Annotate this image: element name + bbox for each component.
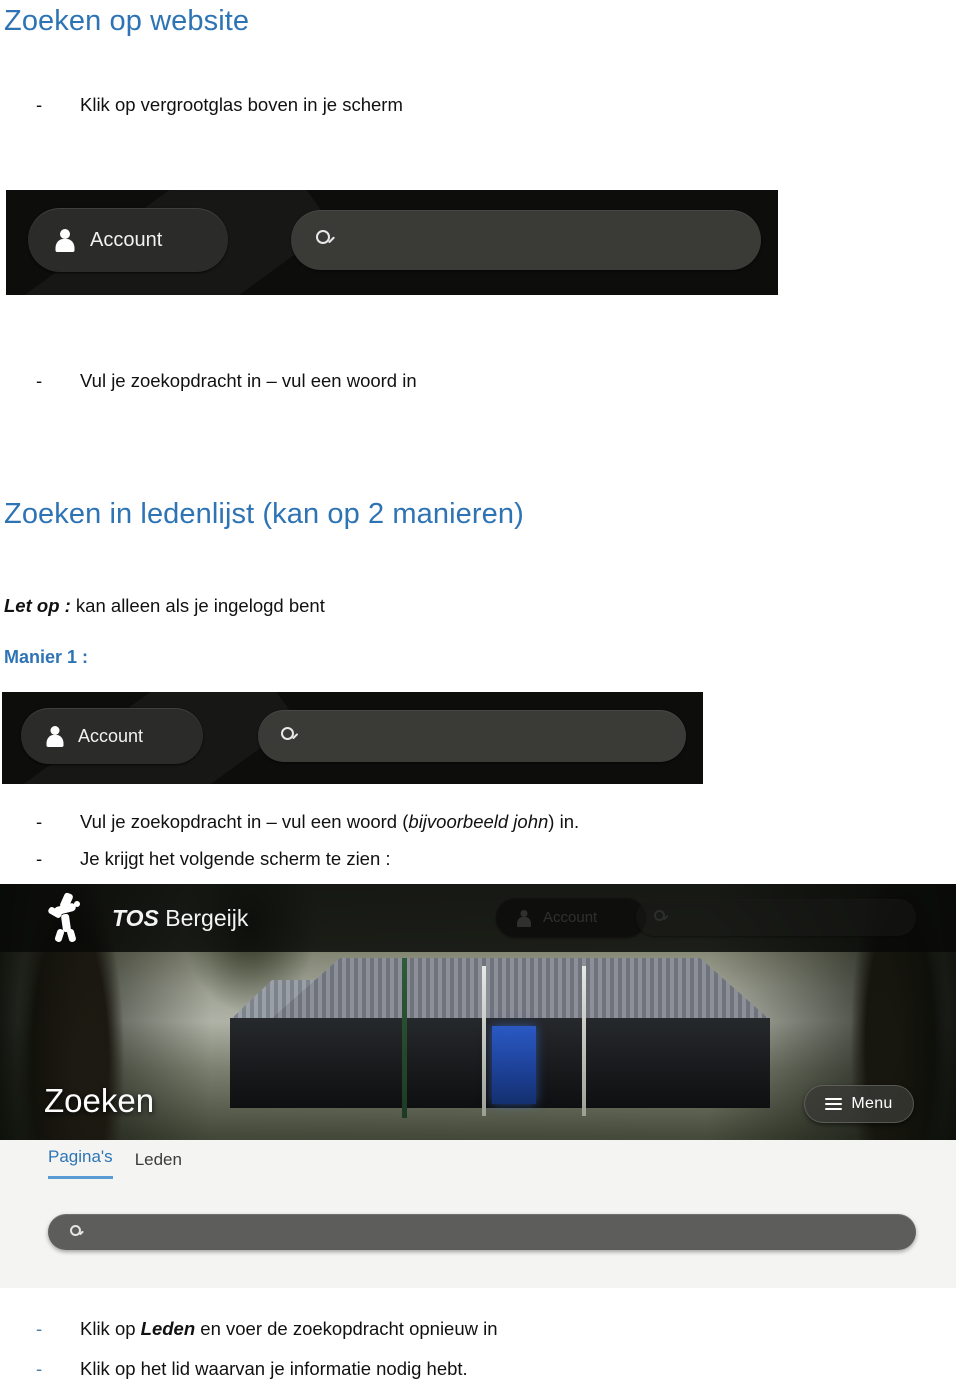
screenshot-toolbar-1: Account bbox=[6, 190, 778, 295]
account-button-label: Account bbox=[78, 725, 144, 746]
magnifier-icon bbox=[281, 727, 299, 745]
search-field[interactable] bbox=[291, 210, 761, 270]
bullet-klik-op-lid: - Klik op het lid waarvan je informatie … bbox=[36, 1358, 468, 1380]
bullet-dash: - bbox=[36, 94, 43, 115]
bullet-text: Vul je zoekopdracht in – vul een woord (… bbox=[80, 811, 580, 832]
menu-button-label: Menu bbox=[851, 1095, 893, 1112]
bullet-text: Je krijgt het volgende scherm te zien : bbox=[80, 848, 391, 869]
note-let-op: Let op : kan alleen als je ingelogd bent bbox=[4, 595, 325, 617]
bullet-dash: - bbox=[36, 1358, 43, 1379]
magnifier-icon bbox=[70, 1225, 84, 1239]
bullet-text: Klik op het lid waarvan je informatie no… bbox=[80, 1358, 468, 1379]
screenshot-toolbar-2: Account bbox=[2, 692, 703, 784]
bullet-vul-zoekopdracht: - Vul je zoekopdracht in – vul een woord… bbox=[36, 370, 417, 392]
account-button[interactable]: Account bbox=[28, 208, 228, 272]
tos-bergeijk-logo-icon bbox=[38, 889, 96, 947]
note-label: Let op : bbox=[4, 595, 71, 616]
bullet-text: Klik op Leden en voer de zoekopdracht op… bbox=[80, 1318, 498, 1339]
bullet-dash: - bbox=[36, 1318, 43, 1339]
menu-button[interactable]: Menu bbox=[804, 1085, 914, 1123]
bullet-text: Vul je zoekopdracht in – vul een woord i… bbox=[80, 370, 417, 391]
bullet-dash: - bbox=[36, 848, 43, 869]
account-button[interactable]: Account bbox=[21, 708, 203, 764]
bullet-klik-vergrootglas: - Klik op vergrootglas boven in je scher… bbox=[36, 94, 403, 116]
site-title: TOS Bergeijk bbox=[112, 904, 249, 931]
search-field[interactable] bbox=[258, 710, 686, 762]
person-icon bbox=[45, 725, 65, 747]
hero-page-title: Zoeken bbox=[44, 1082, 155, 1119]
site-search-input[interactable] bbox=[48, 1214, 916, 1250]
account-button-label: Account bbox=[90, 228, 163, 251]
bullet-volgende-scherm: - Je krijgt het volgende scherm te zien … bbox=[36, 848, 391, 870]
bullet-text: Klik op vergrootglas boven in je scherm bbox=[80, 94, 403, 115]
screenshot-website: TOS Bergeijk Account Zoeken Menu Pagina'… bbox=[0, 884, 956, 1288]
hamburger-icon bbox=[825, 1095, 843, 1113]
page-title-zoeken-in-ledenlijst: Zoeken in ledenlijst (kan op 2 manieren) bbox=[4, 498, 524, 530]
bullet-klik-op-leden: - Klik op Leden en voer de zoekopdracht … bbox=[36, 1318, 498, 1340]
tabs-list: Pagina's Leden bbox=[48, 1147, 182, 1179]
magnifier-icon bbox=[316, 230, 336, 250]
bullet-dash: - bbox=[36, 370, 43, 391]
person-icon bbox=[54, 228, 76, 252]
site-topbar: TOS Bergeijk bbox=[0, 884, 956, 952]
clubhouse-building bbox=[230, 958, 790, 1118]
tab-leden[interactable]: Leden bbox=[135, 1150, 182, 1179]
tab-paginas[interactable]: Pagina's bbox=[48, 1147, 113, 1179]
bullet-vul-zoekopdracht-john: - Vul je zoekopdracht in – vul een woord… bbox=[36, 811, 579, 833]
note-text: kan alleen als je ingelogd bent bbox=[70, 595, 325, 616]
page-title-zoeken-op-website: Zoeken op website bbox=[4, 5, 250, 37]
bullet-dash: - bbox=[36, 811, 43, 832]
subheading-manier-1: Manier 1 : bbox=[4, 647, 89, 667]
